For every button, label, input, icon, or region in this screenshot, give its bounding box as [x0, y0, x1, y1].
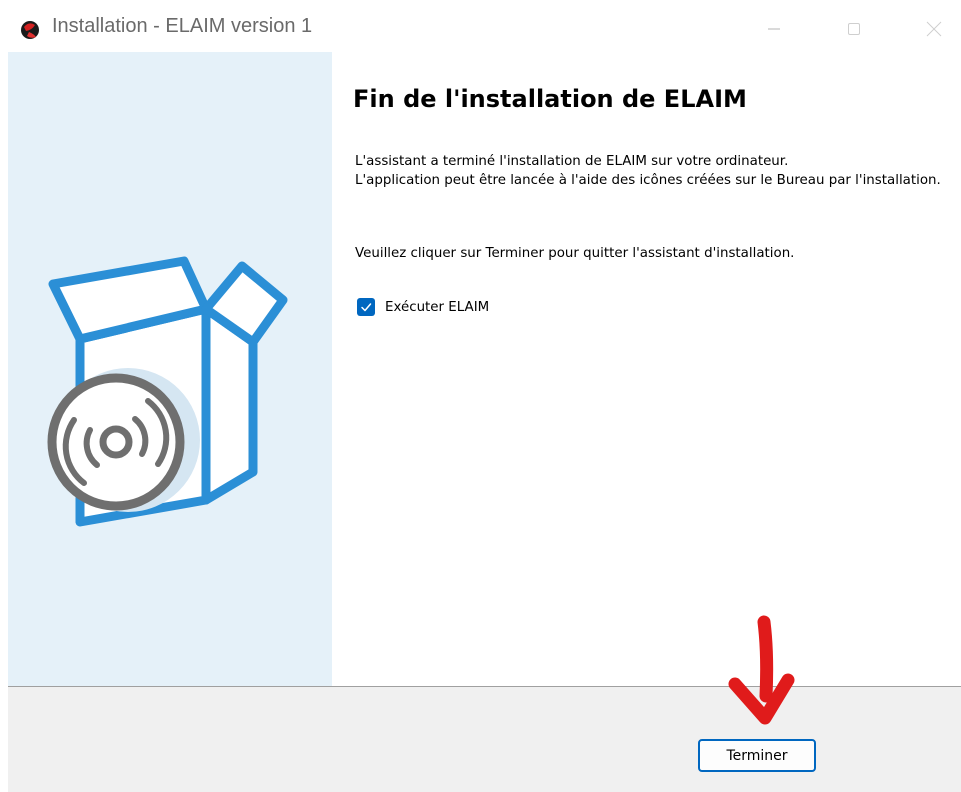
- elaim-app-icon: [21, 21, 39, 39]
- minimize-button[interactable]: [750, 6, 798, 52]
- run-app-checkbox[interactable]: [357, 298, 375, 316]
- completion-message-line1: L'assistant a terminé l'installation de …: [355, 154, 789, 169]
- page-title: Fin de l'installation de ELAIM: [353, 85, 747, 113]
- wizard-banner: [8, 52, 332, 686]
- red-arrow-down-icon: [728, 615, 795, 725]
- run-app-option[interactable]: Exécuter ELAIM: [357, 298, 489, 316]
- installer-window: Installation - ELAIM version 1 Fin de l'…: [0, 0, 961, 792]
- finish-instruction: Veuillez cliquer sur Terminer pour quitt…: [355, 246, 795, 261]
- title-bar[interactable]: Installation - ELAIM version 1: [8, 6, 961, 52]
- maximize-icon: [848, 23, 860, 35]
- finish-button[interactable]: Terminer: [698, 739, 816, 772]
- wizard-footer: Terminer: [8, 687, 961, 792]
- run-app-label[interactable]: Exécuter ELAIM: [385, 300, 489, 315]
- close-button[interactable]: [910, 6, 958, 52]
- minimize-icon: [768, 28, 780, 30]
- completion-message: L'assistant a terminé l'installation de …: [355, 152, 955, 190]
- maximize-button[interactable]: [830, 6, 878, 52]
- software-box-disc-icon: [47, 256, 288, 527]
- completion-message-line2: L'application peut être lancée à l'aide …: [355, 173, 941, 188]
- wizard-content: Fin de l'installation de ELAIM L'assista…: [332, 52, 961, 686]
- window-title: Installation - ELAIM version 1: [52, 15, 313, 37]
- close-icon: [926, 21, 942, 37]
- checkmark-icon: [361, 303, 372, 312]
